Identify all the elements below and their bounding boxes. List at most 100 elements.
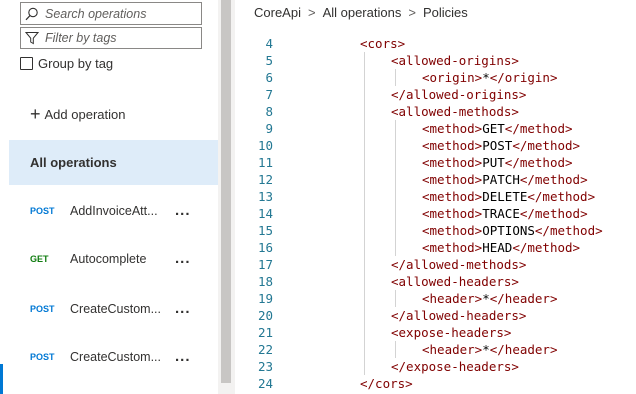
code-line: 4 <cors>	[236, 35, 636, 52]
more-options-icon[interactable]: ...	[175, 250, 191, 268]
xml-close-tag: </allowed-origins>	[391, 87, 527, 102]
code-line: 7 </allowed-origins>	[236, 86, 636, 103]
group-by-tag-toggle[interactable]: Group by tag	[20, 55, 113, 71]
xml-open-tag: <header>	[422, 291, 483, 306]
xml-open-tag: <method>	[422, 223, 483, 238]
line-number: 8	[265, 104, 273, 119]
line-number: 11	[257, 155, 273, 170]
xml-text-value: PUT	[482, 155, 505, 170]
more-options-icon[interactable]: ...	[175, 300, 191, 318]
group-by-tag-label: Group by tag	[38, 55, 114, 71]
operation-item[interactable]: POST CreateCustom... ...	[30, 348, 200, 366]
xml-text-value: DELETE	[482, 189, 528, 204]
search-placeholder: Search operations	[45, 6, 147, 21]
xml-text-value: *	[482, 342, 490, 357]
search-icon	[25, 7, 38, 20]
xml-close-tag: </allowed-headers>	[391, 308, 527, 323]
line-number: 7	[265, 87, 273, 102]
indent-guide	[395, 341, 396, 358]
xml-open-tag: <method>	[422, 189, 483, 204]
line-number: 12	[257, 172, 273, 187]
breadcrumb-item-coreapi[interactable]: CoreApi	[254, 5, 301, 20]
operation-name: CreateCustom...	[70, 302, 162, 316]
code-text: <method>DELETE</method>	[422, 188, 595, 205]
line-number: 17	[257, 257, 273, 272]
more-options-icon[interactable]: ...	[175, 202, 191, 220]
xml-close-tag: </method>	[512, 240, 581, 255]
line-number: 20	[257, 308, 273, 323]
policy-code-editor[interactable]: 4 <cors> 5 <allowed-origins> 6 <origin>*</ori…	[236, 34, 636, 394]
pane-scrollbar-thumb[interactable]	[221, 0, 231, 383]
code-line: 13 <method>DELETE</method>	[236, 188, 636, 205]
operation-name: AddInvoiceAtt...	[70, 204, 158, 218]
xml-close-tag: </origin>	[489, 70, 558, 85]
xml-text-value: *	[482, 291, 490, 306]
code-text: <expose-headers>	[391, 324, 511, 341]
line-number: 21	[257, 325, 273, 340]
xml-close-tag: </header>	[489, 291, 558, 306]
code-text: <allowed-methods>	[391, 103, 519, 120]
xml-close-tag: </method>	[512, 138, 581, 153]
code-line: 10 <method>POST</method>	[236, 137, 636, 154]
code-text: </allowed-headers>	[391, 307, 526, 324]
code-text: <cors>	[360, 35, 405, 52]
xml-close-tag: </allowed-methods>	[391, 257, 527, 272]
operation-item[interactable]: POST CreateCustom... ...	[30, 300, 200, 318]
line-number: 13	[257, 189, 273, 204]
operation-item[interactable]: GET Autocomplete ...	[30, 250, 200, 268]
code-line: 12 <method>PATCH</method>	[236, 171, 636, 188]
indent-guide	[395, 120, 396, 256]
line-number: 22	[257, 342, 273, 357]
line-number: 16	[257, 240, 273, 255]
add-operation-label: Add operation	[44, 106, 126, 122]
code-text: <method>HEAD</method>	[422, 239, 580, 256]
code-line: 6 <origin>*</origin>	[236, 69, 636, 86]
xml-close-tag: </method>	[519, 206, 588, 221]
xml-text-value: HEAD	[482, 240, 513, 255]
breadcrumb-separator: >	[408, 4, 416, 20]
line-number: 23	[257, 359, 273, 374]
plus-icon: +	[30, 104, 41, 124]
xml-close-tag: </header>	[489, 342, 558, 357]
more-options-icon[interactable]: ...	[175, 348, 191, 366]
breadcrumb-item-all-operations[interactable]: All operations	[323, 5, 402, 20]
search-input[interactable]: Search operations	[20, 2, 202, 25]
code-line: 22 <header>*</header>	[236, 341, 636, 358]
code-text: </cors>	[360, 375, 413, 392]
line-number: 18	[257, 274, 273, 289]
selection-accent	[0, 364, 3, 394]
xml-open-tag: <expose-headers>	[391, 325, 512, 340]
line-number: 19	[257, 291, 273, 306]
code-text: <method>GET</method>	[422, 120, 573, 137]
operations-pane: Search operations Filter by tags Group b…	[0, 0, 218, 394]
filter-by-tags-input[interactable]: Filter by tags	[20, 27, 202, 49]
method-badge: GET	[30, 254, 49, 264]
code-text: <method>PATCH</method>	[422, 171, 588, 188]
code-text: <method>POST</method>	[422, 137, 580, 154]
filter-icon	[25, 32, 39, 45]
xml-open-tag: <allowed-origins>	[391, 53, 519, 68]
xml-close-tag: </expose-headers>	[391, 359, 519, 374]
breadcrumb-item-policies: Policies	[422, 4, 468, 20]
xml-open-tag: <allowed-headers>	[391, 274, 519, 289]
all-operations-item[interactable]: All operations	[9, 140, 218, 185]
operation-item[interactable]: POST AddInvoiceAtt... ...	[30, 202, 200, 220]
xml-text-value: GET	[482, 121, 505, 136]
code-line: 16 <method>HEAD</method>	[236, 239, 636, 256]
xml-text-value: OPTIONS	[482, 223, 535, 238]
xml-close-tag: </method>	[534, 223, 603, 238]
operation-name: Autocomplete	[70, 252, 147, 266]
code-line: 14 <method>TRACE</method>	[236, 205, 636, 222]
code-text: <header>*</header>	[422, 341, 557, 358]
xml-open-tag: <allowed-methods>	[391, 104, 519, 119]
xml-open-tag: <method>	[422, 172, 483, 187]
code-text: <header>*</header>	[422, 290, 557, 307]
indent-guide	[395, 69, 396, 86]
code-line: 24 </cors>	[236, 375, 636, 392]
filter-placeholder: Filter by tags	[45, 31, 117, 45]
indent-guide	[364, 52, 365, 375]
xml-close-tag: </method>	[527, 189, 596, 204]
group-by-tag-checkbox[interactable]	[20, 56, 33, 70]
xml-text-value: PATCH	[482, 172, 520, 187]
add-operation-button[interactable]: + Add operation	[30, 104, 126, 124]
